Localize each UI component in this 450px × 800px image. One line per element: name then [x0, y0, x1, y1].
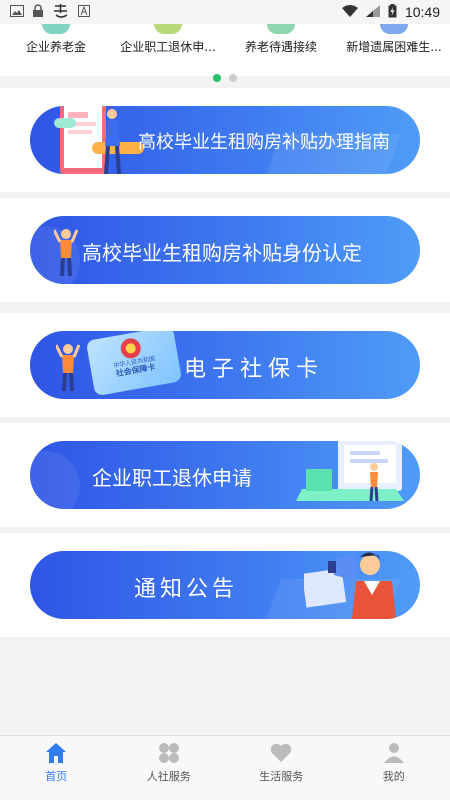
notice-banner[interactable]: 通知公告 — [30, 551, 420, 619]
banner-title: 企业职工退休申请 — [92, 466, 252, 490]
status-bar: 10:49 — [0, 0, 450, 24]
quick-service-strip: 企业养老金 企业职工退休申... 养老待遇接续 新增遗属困难生... — [0, 24, 450, 82]
social-security-card-banner[interactable]: 中华人民共和国 社会保障卡 电子社保卡 — [30, 331, 420, 399]
tab-profile[interactable]: 我的 — [338, 736, 450, 800]
banner-decoration — [30, 451, 80, 509]
quick-item-retirement-application[interactable]: 企业职工退休申... — [112, 24, 224, 55]
wifi-icon — [341, 4, 358, 20]
app-notification-icon — [52, 3, 70, 21]
signal-icon — [365, 4, 380, 20]
battery-icon — [388, 3, 397, 21]
font-notification-icon — [78, 4, 90, 20]
image-notification-icon — [10, 4, 24, 20]
banner-card-identity: 高校毕业生租购房补贴身份认定 — [0, 198, 450, 302]
quick-item-icon — [267, 24, 295, 34]
banner-title: 高校毕业生租购房补贴身份认定 — [82, 241, 362, 265]
tab-hr-services[interactable]: 人社服务 — [113, 736, 226, 800]
banner-card-housing-guide: 高校毕业生租购房补贴办理指南 — [0, 88, 450, 192]
carousel-dot[interactable] — [229, 74, 237, 82]
quick-item-pension-transfer[interactable]: 养老待遇接续 — [225, 24, 337, 55]
laptop-illustration-icon — [296, 441, 404, 502]
megaphone-person-icon — [304, 552, 396, 619]
lock-notification-icon — [32, 3, 44, 21]
quick-item-label: 企业职工退休申... — [120, 40, 216, 54]
housing-guide-banner[interactable]: 高校毕业生租购房补贴办理指南 — [30, 106, 420, 174]
banner-title: 高校毕业生租购房补贴办理指南 — [138, 132, 390, 153]
retirement-application-banner[interactable]: 企业职工退休申请 — [30, 441, 420, 509]
quick-item-label: 养老待遇接续 — [244, 40, 317, 54]
quick-item-label: 企业养老金 — [25, 40, 86, 54]
carousel-dot-active[interactable] — [213, 74, 221, 82]
banner-title: 电子社保卡 — [184, 357, 325, 382]
banner-title: 通知公告 — [134, 577, 239, 602]
quick-item-survivor-allowance[interactable]: 新增遗属困难生... — [338, 24, 450, 55]
quick-item-icon — [154, 24, 182, 34]
person-cheering-icon — [54, 229, 78, 277]
banner-card-social-card: 中华人民共和国 社会保障卡 电子社保卡 — [0, 313, 450, 417]
tab-label: 人社服务 — [146, 770, 191, 783]
user-icon — [383, 743, 404, 763]
tab-label: 生活服务 — [259, 770, 304, 783]
status-time: 10:49 — [404, 4, 440, 20]
social-security-card-illustration: 中华人民共和国 社会保障卡 — [85, 331, 183, 397]
person-cheering-icon — [56, 344, 80, 392]
tab-label: 我的 — [382, 770, 405, 783]
banner-card-notice: 通知公告 — [0, 533, 450, 637]
tab-life-services[interactable]: 生活服务 — [225, 736, 338, 800]
clover-icon — [158, 743, 179, 763]
quick-item-icon — [42, 24, 70, 34]
home-icon — [46, 743, 67, 763]
tab-home[interactable]: 首页 — [0, 736, 113, 800]
quick-item-icon — [380, 24, 408, 34]
carousel-indicator — [0, 74, 450, 82]
tab-label: 首页 — [45, 770, 68, 783]
quick-item-enterprise-pension[interactable]: 企业养老金 — [0, 24, 112, 55]
quick-item-label: 新增遗属困难生... — [346, 40, 442, 54]
banner-card-retirement: 企业职工退休申请 — [0, 423, 450, 527]
identity-banner[interactable]: 高校毕业生租购房补贴身份认定 — [30, 216, 420, 284]
bottom-tab-bar: 首页 人社服务 生活服务 我的 — [0, 735, 450, 800]
heart-icon — [271, 743, 292, 762]
